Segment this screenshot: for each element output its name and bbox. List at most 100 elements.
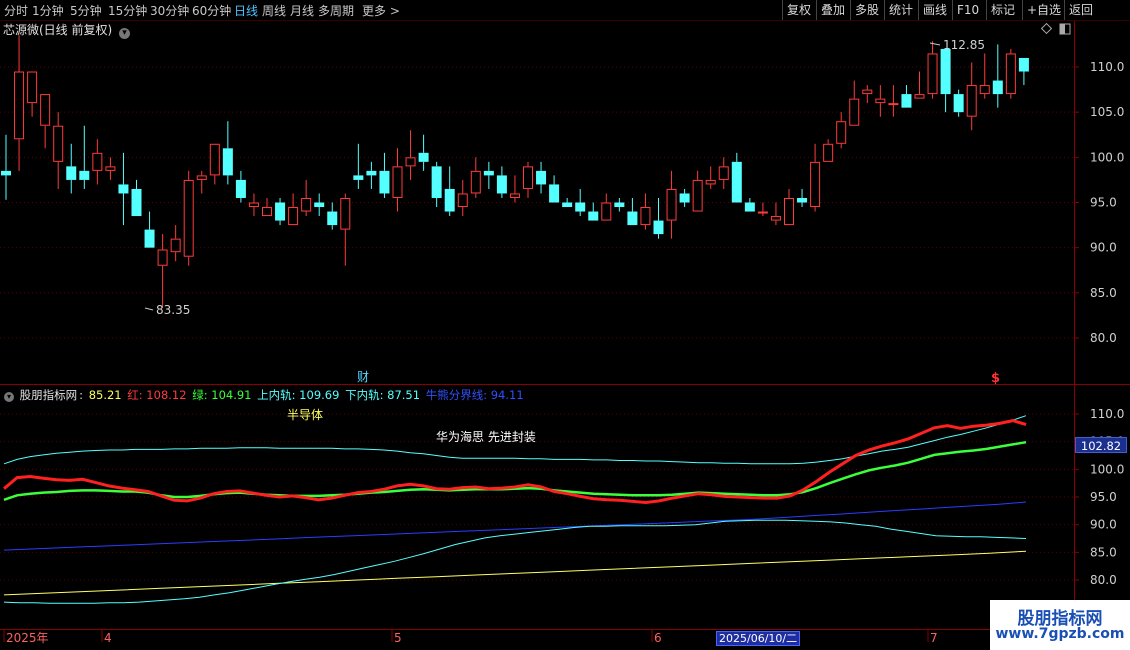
candle [327,202,338,230]
price-tick-label: 85.0 [1090,286,1117,300]
candle [614,197,625,212]
sector-annotation: 半导体 [287,408,323,422]
candle [405,130,416,180]
candle [536,161,547,194]
candle [222,121,233,185]
candle [1018,57,1029,86]
price-tick-label: 105.0 [1090,105,1124,119]
svg-text:112.85: 112.85 [943,38,985,52]
candle [431,161,442,208]
candle [183,170,194,266]
expand-icon[interactable] [1059,23,1071,35]
candle [927,41,938,99]
candle [718,157,729,189]
price-tick-label: 95.0 [1090,196,1117,210]
candle [496,166,507,198]
candle [40,94,51,149]
candle [823,139,834,162]
x-tick-label: 2025年 [6,631,49,645]
candle [27,71,38,117]
candle [379,152,390,198]
candle [914,71,925,99]
svg-text:83.35: 83.35 [156,303,190,317]
watermark-url: www.7gpzb.com [995,626,1125,642]
x-tick-label: 6 [654,631,662,645]
candle [353,143,364,189]
candle [66,143,77,194]
candle [862,85,873,104]
candle [784,188,794,226]
candle [836,112,847,149]
indicator-tick-label: 85.0 [1090,545,1117,559]
candle [196,170,207,194]
candlestick-series [1,35,1029,308]
low-price-label: 83.35 [144,303,190,317]
candle [979,53,990,99]
finance-report-marker[interactable]: 财 [357,370,369,384]
candle [509,175,520,203]
indicator-value-lower: 下内轨: 87.51 [345,388,421,402]
indicator-name: 股朋指标网 [19,388,78,402]
candle [170,225,181,262]
indicator-tick-label: 100.0 [1090,462,1124,476]
candle [131,179,142,217]
candle [966,62,977,131]
price-tick-label: 90.0 [1090,241,1117,255]
candle [797,188,808,208]
candle [157,234,168,308]
x-tick-label: 5 [394,631,402,645]
diamond-icon[interactable] [1040,22,1053,35]
site-watermark: 股朋指标网 www.7gpzb.com [990,600,1130,650]
candle [53,112,64,189]
candle [744,197,755,212]
indicator-tick-label: 110.0 [1090,407,1124,421]
indicator-value-red: 红: 108.12 [127,388,187,402]
candle [757,202,768,217]
candle [992,44,1003,108]
candle [679,188,690,208]
price-tick-label: 80.0 [1090,331,1117,345]
candle [692,170,703,212]
candle [705,166,716,189]
candle [640,193,651,230]
candle [953,89,964,117]
x-tick-label: 4 [104,631,112,645]
candle [314,193,325,217]
candle [118,152,129,226]
candle [588,202,599,221]
indicator-tick-label: 95.0 [1090,490,1117,504]
candle [444,166,455,217]
indicator-tick-label: 90.0 [1090,518,1117,532]
candle [209,143,220,185]
concept-annotation: 华为海思 先进封装 [436,429,536,444]
bull-bear-yellow-line [3,550,1027,596]
lower-inner-rail-line [3,519,1027,604]
candle [1,134,11,200]
dividend-marker[interactable]: $ [991,371,1000,386]
cursor-date-label: 2025/06/10/二 [716,631,801,646]
candle [849,80,860,126]
candle [549,175,560,203]
candle [731,152,742,203]
candle [144,211,155,248]
candle [235,170,246,203]
candle [470,157,481,198]
price-tick-label: 100.0 [1090,150,1124,164]
green-line [3,440,1027,501]
candle [105,157,116,180]
candle [523,161,533,198]
candle [562,197,573,208]
candle [366,161,377,189]
high-price-label: 112.85 [929,38,985,52]
indicator-value-bullbear: 牛熊分界线: 94.11 [425,388,524,402]
candle [1005,48,1016,99]
candle [14,35,25,171]
indicator-value-upper: 上内轨: 109.69 [257,388,340,402]
candle [601,193,612,221]
candle [457,179,468,217]
candle [301,179,312,217]
candle [666,170,677,239]
candle [92,139,103,185]
candle [653,197,664,239]
indicator-collapse-icon[interactable]: ▾ [4,392,14,402]
